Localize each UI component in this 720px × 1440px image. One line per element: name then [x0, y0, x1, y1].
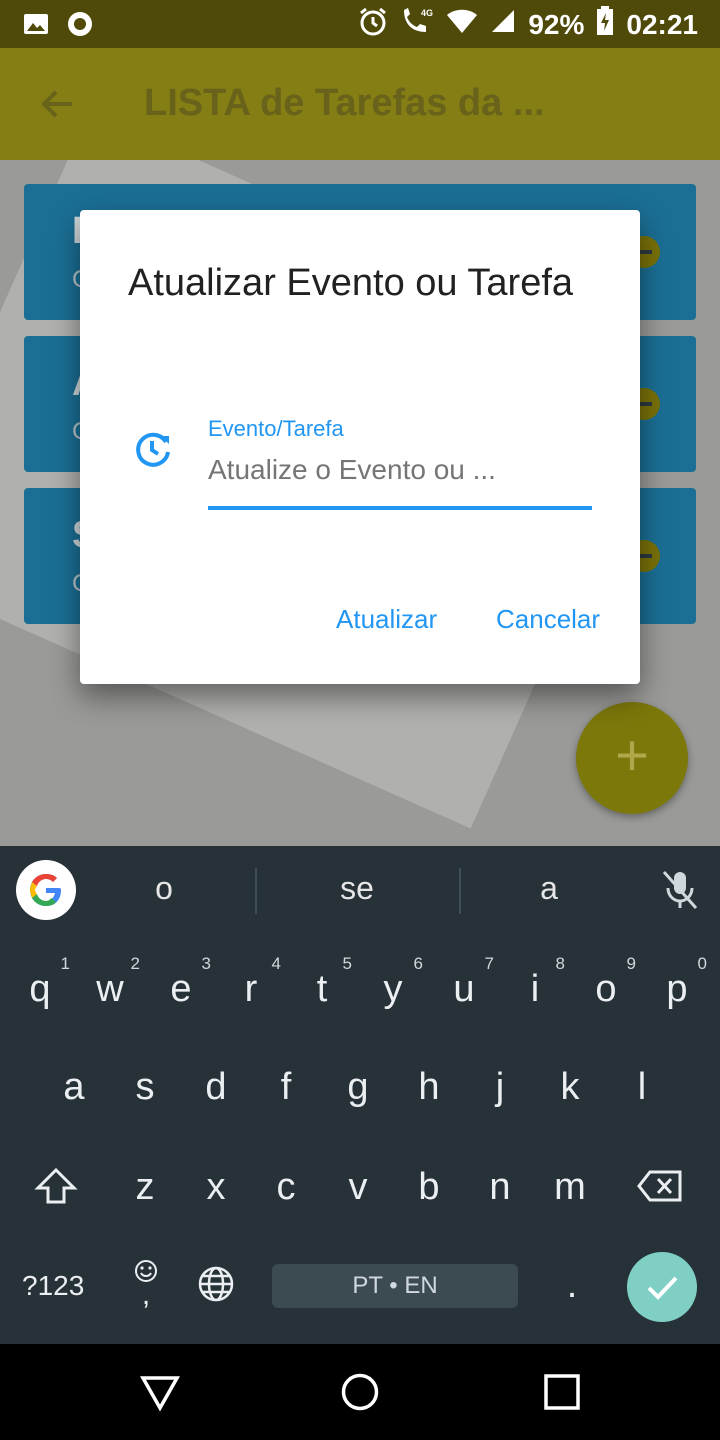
recents-nav-icon[interactable]: [542, 1372, 582, 1412]
suggestion[interactable]: a: [469, 870, 629, 907]
key-b[interactable]: b: [397, 1166, 461, 1209]
globe-icon[interactable]: [184, 1264, 248, 1314]
check-icon: [647, 1276, 678, 1300]
back-arrow-icon[interactable]: [36, 82, 80, 126]
key-u[interactable]: u7: [432, 954, 496, 1011]
keyboard: q1 w2 e3 r4 t5 y6 u7 i8 o9 p0 a s d f g …: [0, 934, 720, 1344]
wifi-icon: [446, 8, 478, 41]
key-k[interactable]: k: [538, 1066, 602, 1109]
key-a[interactable]: a: [42, 1066, 106, 1109]
update-button[interactable]: Atualizar: [336, 604, 437, 635]
key-z[interactable]: z: [113, 1166, 177, 1209]
shift-icon[interactable]: [24, 1166, 88, 1216]
google-icon[interactable]: [16, 860, 76, 920]
space-key[interactable]: PT • EN: [272, 1264, 518, 1308]
key-y[interactable]: y6: [361, 954, 425, 1011]
key-o[interactable]: o9: [574, 954, 638, 1011]
key-e[interactable]: e3: [149, 954, 213, 1011]
status-bar: 4G 92% 02:21: [0, 0, 720, 48]
update-dialog: Atualizar Evento ou Tarefa Evento/Tarefa…: [80, 210, 640, 684]
key-l[interactable]: l: [610, 1066, 674, 1109]
suggestion[interactable]: se: [277, 870, 437, 907]
key-s[interactable]: s: [113, 1066, 177, 1109]
image-notification-icon: [22, 10, 50, 43]
key-g[interactable]: g: [326, 1066, 390, 1109]
key-d[interactable]: d: [184, 1066, 248, 1109]
alarm-icon: [358, 6, 388, 43]
key-w[interactable]: w2: [78, 954, 142, 1011]
key-v[interactable]: v: [326, 1166, 390, 1209]
record-notification-icon: [66, 10, 94, 43]
app-bar: LISTA de Tarefas da ...: [0, 48, 720, 160]
navigation-bar: [0, 1344, 720, 1440]
key-i[interactable]: i8: [503, 954, 567, 1011]
key-j[interactable]: j: [468, 1066, 532, 1109]
back-nav-icon[interactable]: [139, 1372, 181, 1412]
emoji-comma-key[interactable]: ,: [114, 1258, 178, 1310]
key-p[interactable]: p0: [645, 954, 709, 1011]
event-task-input[interactable]: [208, 446, 592, 494]
key-r[interactable]: r4: [219, 954, 283, 1011]
key-x[interactable]: x: [184, 1166, 248, 1209]
clock: 02:21: [626, 8, 698, 40]
svg-text:4G: 4G: [421, 8, 433, 18]
battery-charging-icon: [596, 6, 614, 43]
field-label: Evento/Tarefa: [208, 416, 344, 441]
signal-icon: [490, 8, 516, 41]
wifi-calling-icon: 4G: [400, 6, 434, 43]
page-title: LISTA de Tarefas da ...: [144, 82, 545, 124]
key-m[interactable]: m: [538, 1166, 602, 1209]
mic-off-icon[interactable]: [656, 866, 704, 914]
key-q[interactable]: q1: [8, 954, 72, 1011]
symbols-key[interactable]: ?123: [22, 1270, 84, 1302]
update-clock-icon: [132, 428, 174, 470]
key-c[interactable]: c: [254, 1166, 318, 1209]
key-f[interactable]: f: [254, 1066, 318, 1109]
key-n[interactable]: n: [468, 1166, 532, 1209]
period-key[interactable]: .: [540, 1264, 604, 1307]
done-key[interactable]: [627, 1252, 697, 1322]
suggestion[interactable]: o: [84, 870, 244, 907]
backspace-icon[interactable]: [628, 1166, 692, 1216]
battery-percent: 92%: [528, 8, 585, 40]
key-t[interactable]: t5: [290, 954, 354, 1011]
add-task-button[interactable]: +: [576, 702, 688, 814]
cancel-button[interactable]: Cancelar: [496, 604, 600, 635]
field-underline: [208, 506, 592, 510]
key-h[interactable]: h: [397, 1066, 461, 1109]
dialog-title: Atualizar Evento ou Tarefa: [128, 262, 574, 304]
keyboard-suggestion-bar: o se a: [0, 846, 720, 934]
home-nav-icon[interactable]: [340, 1372, 380, 1412]
divider: [459, 868, 461, 914]
divider: [255, 868, 257, 914]
